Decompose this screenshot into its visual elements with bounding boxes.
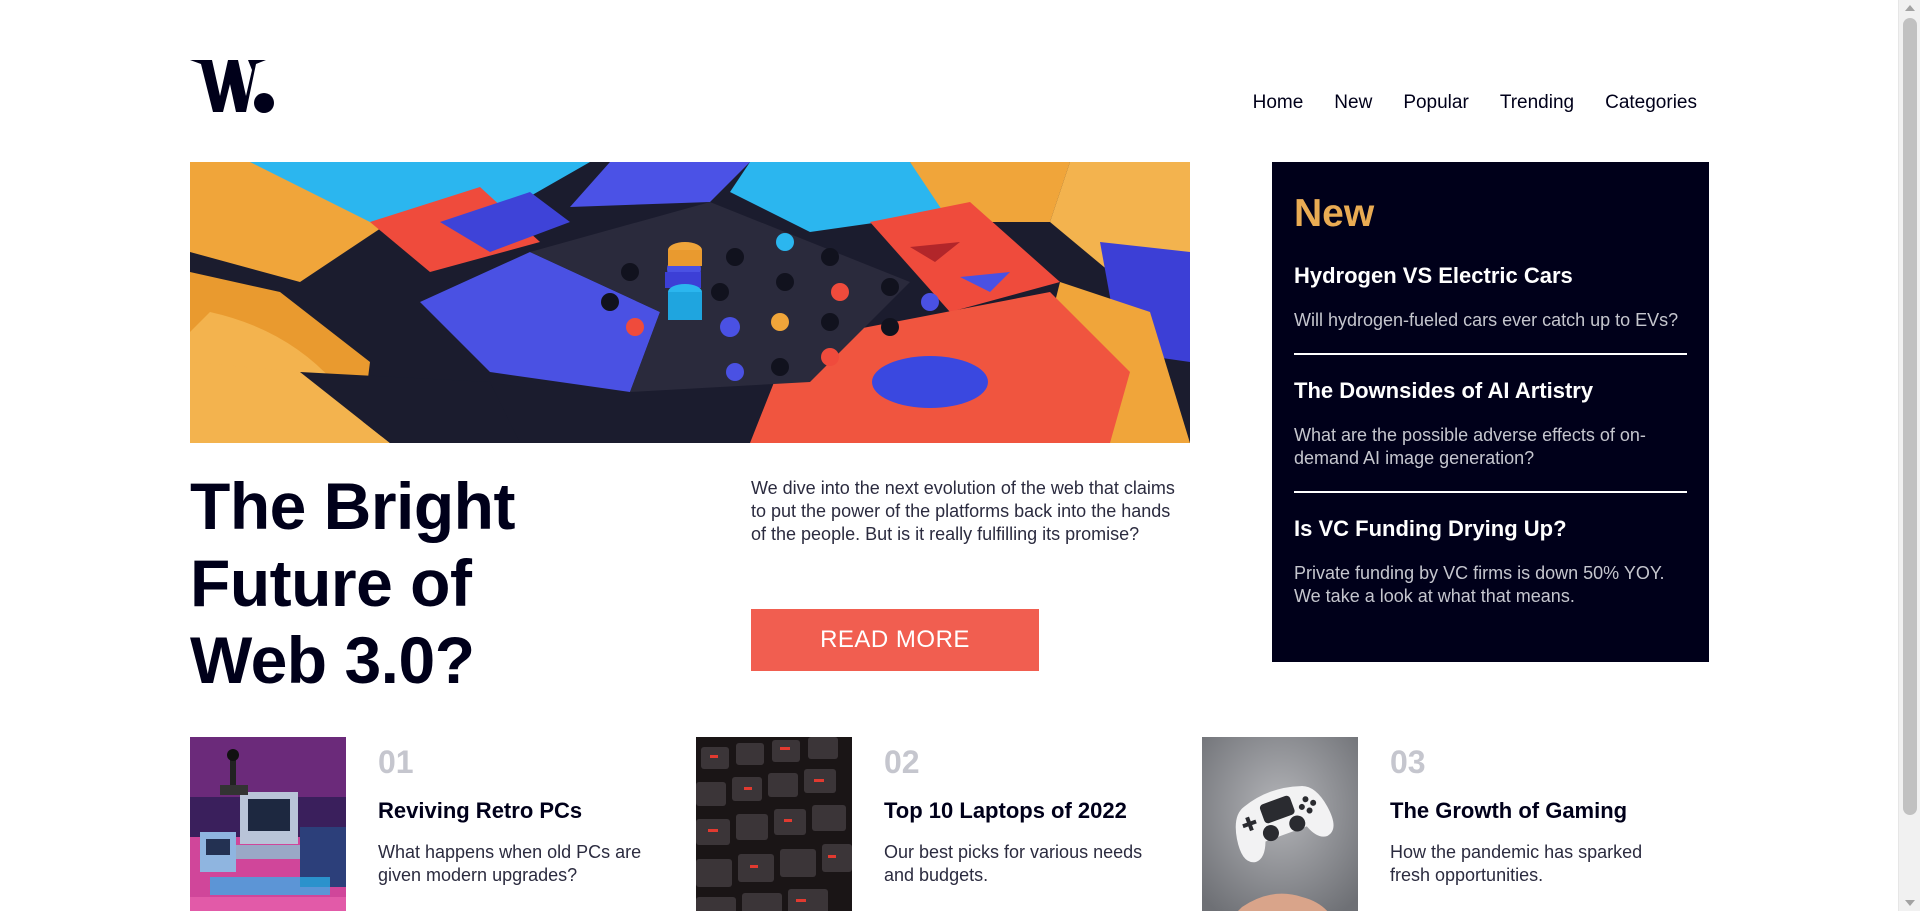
card-number: 02: [884, 744, 920, 780]
new-item-description: Private funding by VC firms is down 50% …: [1294, 563, 1665, 606]
hero-title: The Bright Future of Web 3.0?: [190, 469, 515, 697]
new-item: Hydrogen VS Electric Cars Will hydrogen-…: [1294, 262, 1687, 353]
card-description: Our best picks for various needs and bud…: [884, 842, 1143, 885]
new-item-description: What are the possible adverse effects of…: [1294, 425, 1646, 468]
new-panel: New Hydrogen VS Electric Cars Will hydro…: [1272, 162, 1709, 662]
keyboard-image: [696, 737, 852, 911]
card-thumbnail[interactable]: [190, 737, 346, 911]
card-description: What happens when old PCs are given mode…: [378, 842, 642, 885]
read-more-button[interactable]: READ MORE: [751, 609, 1039, 671]
card-number: 01: [378, 744, 414, 780]
card-body: 01 Reviving Retro PCs What happens when …: [378, 737, 668, 887]
new-item-description: Will hydrogen-fueled cars ever catch up …: [1294, 310, 1679, 330]
hero-image: [190, 162, 1190, 443]
scroll-down-icon[interactable]: [1905, 900, 1915, 906]
new-item: The Downsides of AI Artistry What are th…: [1294, 353, 1687, 491]
card-thumbnail[interactable]: [696, 737, 852, 911]
card-number: 03: [1390, 744, 1426, 780]
abstract-3d-blocks-image: [190, 162, 1190, 443]
retro-pc-image: [190, 737, 346, 911]
nav-categories[interactable]: Categories: [1605, 92, 1697, 114]
new-item-title[interactable]: Is VC Funding Drying Up?: [1294, 515, 1687, 542]
game-controller-image: [1202, 737, 1358, 911]
nav-new[interactable]: New: [1334, 92, 1372, 114]
card-thumbnail[interactable]: [1202, 737, 1358, 911]
card-title[interactable]: Top 10 Laptops of 2022: [884, 797, 1174, 824]
article-card: 01 Reviving Retro PCs What happens when …: [190, 737, 660, 911]
new-panel-heading: New: [1294, 192, 1375, 235]
new-item-title[interactable]: Hydrogen VS Electric Cars: [1294, 262, 1687, 289]
main-nav: Home New Popular Trending Categories: [1253, 92, 1697, 114]
scroll-up-icon[interactable]: [1905, 5, 1915, 11]
card-description: How the pandemic has sparked fresh oppor…: [1390, 842, 1643, 885]
new-item-title[interactable]: The Downsides of AI Artistry: [1294, 377, 1687, 404]
scrollbar-thumb[interactable]: [1903, 18, 1917, 815]
card-title[interactable]: Reviving Retro PCs: [378, 797, 668, 824]
nav-popular[interactable]: Popular: [1403, 92, 1469, 114]
page: Home New Popular Trending Categories The…: [0, 0, 1920, 911]
card-title[interactable]: The Growth of Gaming: [1390, 797, 1680, 824]
hero-description: We dive into the next evolution of the w…: [751, 478, 1175, 544]
article-card: 02 Top 10 Laptops of 2022 Our best picks…: [696, 737, 1166, 911]
card-body: 02 Top 10 Laptops of 2022 Our best picks…: [884, 737, 1174, 887]
vertical-scrollbar[interactable]: [1898, 0, 1920, 911]
nav-trending[interactable]: Trending: [1500, 92, 1574, 114]
logo[interactable]: [190, 58, 274, 114]
article-card: 03 The Growth of Gaming How the pandemic…: [1202, 737, 1672, 911]
card-body: 03 The Growth of Gaming How the pandemic…: [1390, 737, 1680, 887]
new-item: Is VC Funding Drying Up? Private funding…: [1294, 491, 1687, 629]
nav-home[interactable]: Home: [1253, 92, 1304, 114]
